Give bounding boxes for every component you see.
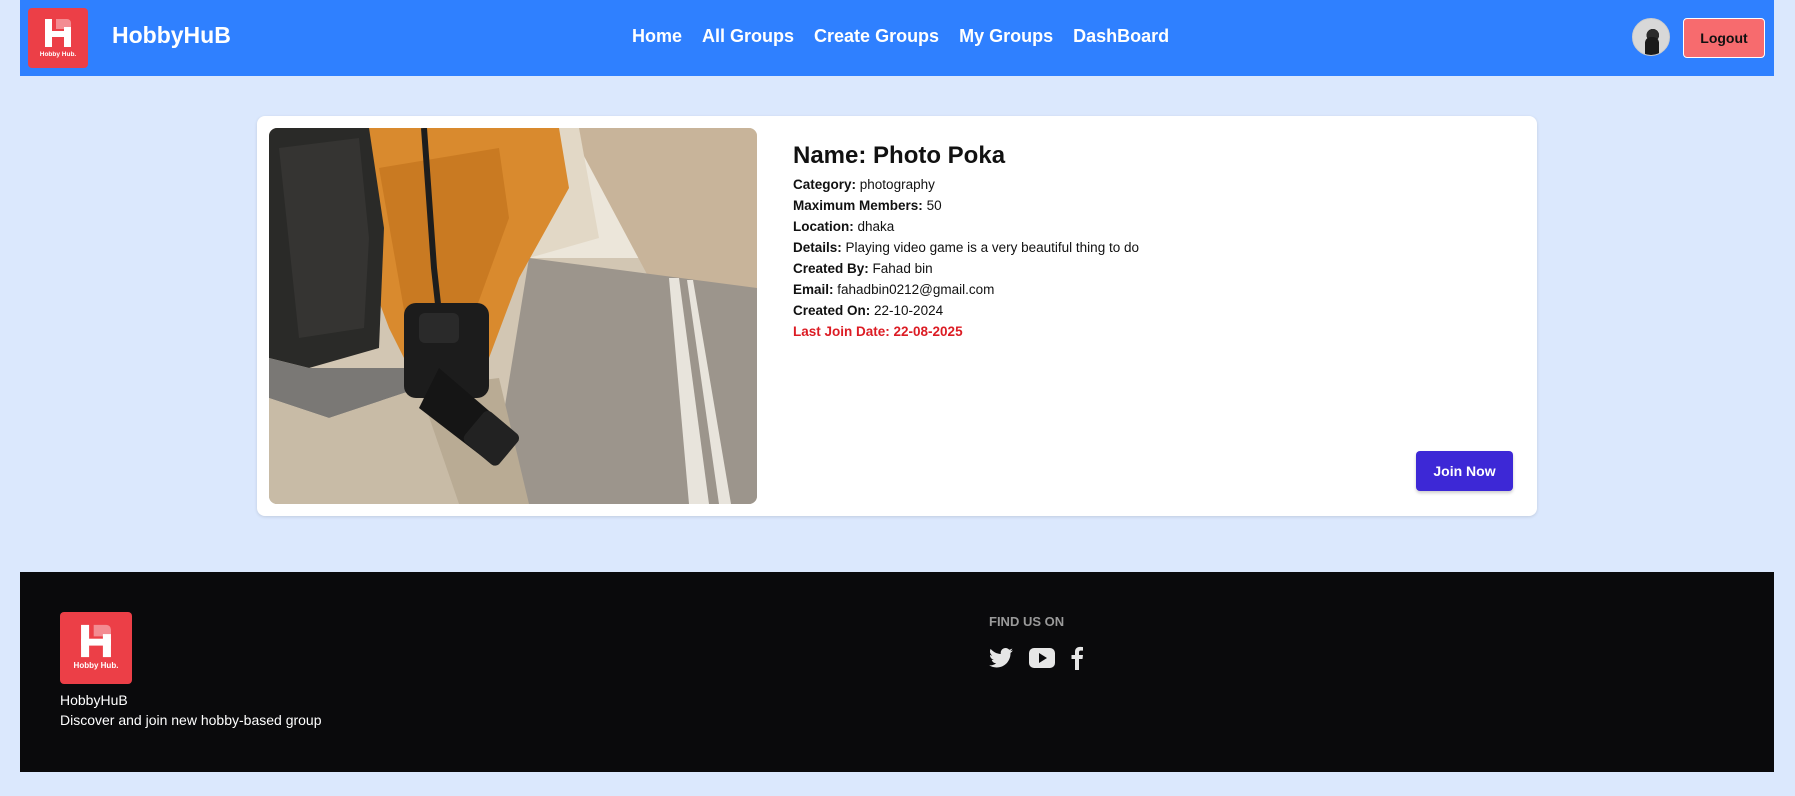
email-value: fahadbin0212@gmail.com (837, 282, 995, 297)
location-value: dhaka (857, 219, 895, 234)
footer: Hobby Hub. HobbyHuB Discover and join ne… (20, 572, 1774, 772)
user-avatar[interactable] (1632, 18, 1670, 56)
location-label: Location: (793, 219, 854, 234)
group-detail-card: Name: Photo Poka Category: photography M… (257, 116, 1537, 516)
max-members-value: 50 (926, 198, 942, 213)
created-on-label: Created On: (793, 303, 871, 318)
created-by-row: Created By: Fahad bin (793, 258, 1493, 279)
footer-brand: HobbyHuB (60, 692, 128, 708)
facebook-icon[interactable] (1071, 646, 1083, 670)
email-row: Email: fahadbin0212@gmail.com (793, 279, 1493, 300)
nav-link-dashboard[interactable]: DashBoard (1073, 26, 1169, 47)
social-links (989, 646, 1083, 670)
last-join-date: Last Join Date: 22-08-2025 (793, 324, 963, 339)
created-by-value: Fahad bin (872, 261, 933, 276)
find-us-heading: FIND US ON (989, 614, 1065, 629)
details-row: Details: Playing video game is a very be… (793, 237, 1493, 258)
details-value: Playing video game is a very beautiful t… (845, 240, 1139, 255)
join-now-button[interactable]: Join Now (1416, 451, 1513, 491)
footer-logo[interactable]: Hobby Hub. (60, 612, 132, 684)
max-members-label: Maximum Members: (793, 198, 923, 213)
max-members-row: Maximum Members: 50 (793, 195, 1493, 216)
group-name: Name: Photo Poka (793, 142, 1006, 169)
created-by-label: Created By: (793, 261, 869, 276)
nav-link-all-groups[interactable]: All Groups (702, 26, 794, 47)
nav-links: Home All Groups Create Groups My Groups … (632, 26, 1169, 47)
created-on-row: Created On: 22-10-2024 (793, 300, 1493, 321)
nav-link-create-groups[interactable]: Create Groups (814, 26, 939, 47)
youtube-icon[interactable] (1029, 648, 1055, 668)
location-row: Location: dhaka (793, 216, 1493, 237)
logo-text: Hobby Hub. (39, 50, 77, 58)
footer-logo-text: Hobby Hub. (73, 660, 119, 670)
logo-h-icon (81, 624, 111, 657)
nav-link-home[interactable]: Home (632, 26, 682, 47)
brand-name[interactable]: HobbyHuB (112, 22, 231, 49)
details-label: Details: (793, 240, 842, 255)
category-row: Category: photography (793, 174, 1493, 195)
group-image (269, 128, 757, 504)
hobbyhub-logo[interactable]: Hobby Hub. (28, 8, 88, 68)
footer-tagline: Discover and join new hobby-based group (60, 712, 322, 728)
logo-h-icon (45, 18, 71, 47)
group-info: Name: Photo Poka Category: photography M… (793, 142, 1493, 342)
email-label: Email: (793, 282, 834, 297)
navbar: Hobby Hub. HobbyHuB Home All Groups Crea… (20, 0, 1774, 76)
twitter-icon[interactable] (989, 648, 1013, 668)
logout-button[interactable]: Logout (1683, 18, 1765, 58)
created-on-value: 22-10-2024 (874, 303, 944, 318)
category-label: Category: (793, 177, 857, 192)
category-value: photography (859, 177, 935, 192)
nav-link-my-groups[interactable]: My Groups (959, 26, 1053, 47)
